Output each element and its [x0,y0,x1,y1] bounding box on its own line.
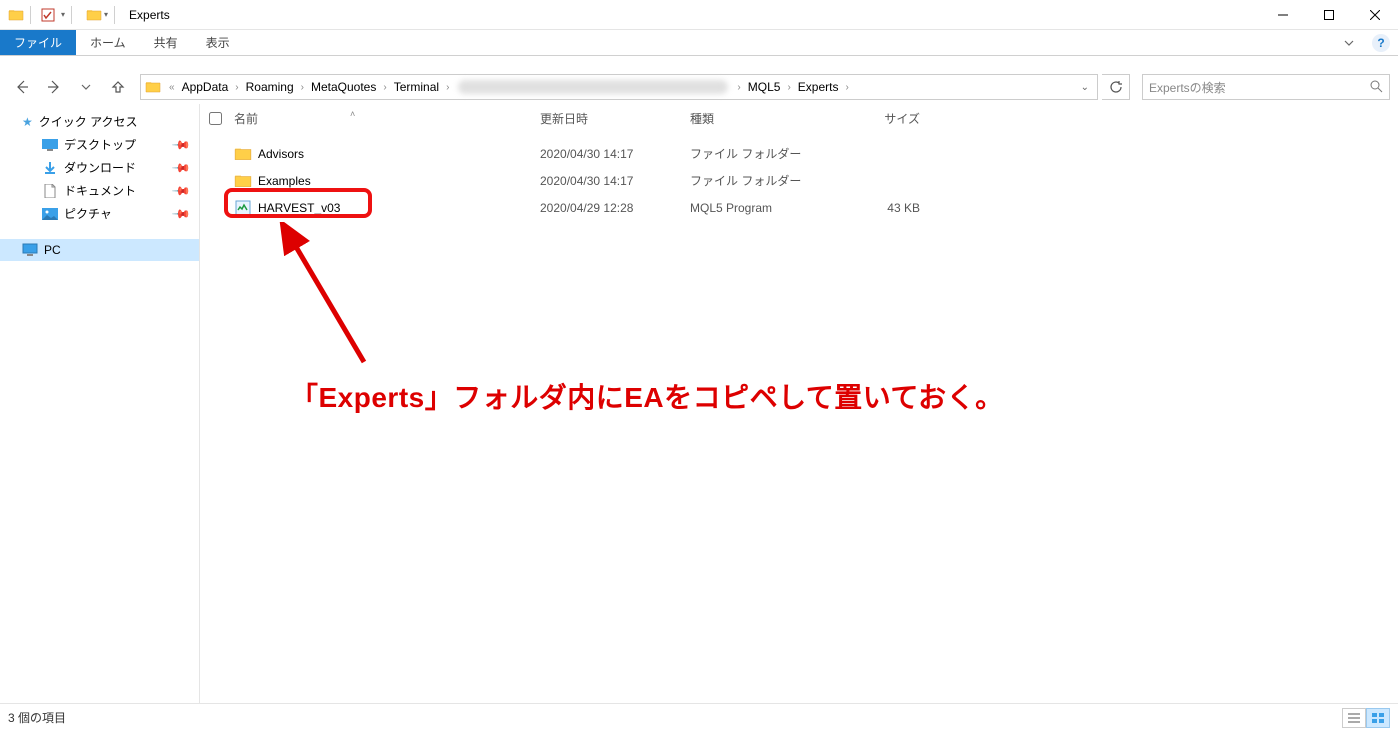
status-item-count: 3 個の項目 [8,709,66,726]
file-row[interactable]: Examples 2020/04/30 14:17 ファイル フォルダー [200,167,1398,194]
file-tab[interactable]: ファイル [0,30,76,55]
breadcrumb-seg-experts[interactable]: Experts [795,75,842,99]
properties-qat-icon[interactable] [37,4,59,26]
separator [71,6,72,24]
folder-open-icon[interactable] [86,7,102,23]
folder-icon [8,7,24,23]
file-name: Examples [258,174,311,188]
status-bar: 3 個の項目 [0,703,1398,731]
file-type: MQL5 Program [690,201,840,215]
download-icon [42,160,58,176]
tab-view[interactable]: 表示 [192,30,244,55]
file-type: ファイル フォルダー [690,172,840,189]
pin-icon: 📌 [171,157,191,177]
chevron-right-icon[interactable]: › [733,82,744,93]
title-bar: ▾ ▾ Experts [0,0,1398,30]
nav-pane: ★ クイック アクセス デスクトップ 📌 ダウンロード 📌 ドキュメント 📌 ピ… [0,104,200,703]
sidebar-item-pictures[interactable]: ピクチャ 📌 [0,202,199,225]
sidebar-item-label: ドキュメント [64,182,136,199]
column-header-name[interactable]: 名前˄ [230,110,540,127]
sidebar-item-desktop[interactable]: デスクトップ 📌 [0,133,199,156]
pictures-icon [42,206,58,222]
pin-icon: 📌 [171,180,191,200]
up-button[interactable] [104,73,132,101]
column-header-date[interactable]: 更新日時 [540,110,690,127]
file-name: Advisors [258,147,304,161]
back-button[interactable] [8,73,36,101]
sidebar-item-label: ピクチャ [64,205,112,222]
pin-icon: 📌 [171,203,191,223]
chevron-right-icon[interactable]: › [297,82,308,93]
tab-share[interactable]: 共有 [140,30,192,55]
breadcrumb-overflow-icon[interactable]: « [165,82,179,93]
search-placeholder: Expertsの検索 [1149,79,1226,96]
chevron-right-icon[interactable]: › [231,82,242,93]
window-title: Experts [129,8,170,22]
breadcrumb-seg-mql5[interactable]: MQL5 [745,75,784,99]
annotation-text: 「Experts」フォルダ内にEAをコピペして置いておく。 [290,376,1004,416]
file-date: 2020/04/30 14:17 [540,147,690,161]
breadcrumb-seg-terminal[interactable]: Terminal [391,75,442,99]
star-icon: ★ [22,115,33,129]
address-dropdown-icon[interactable]: ⌄ [1073,82,1097,93]
search-input[interactable]: Expertsの検索 [1142,74,1390,100]
breadcrumb-seg-redacted[interactable] [453,75,733,99]
file-row[interactable]: HARVEST_v03 2020/04/29 12:28 MQL5 Progra… [200,194,1398,221]
document-icon [42,183,58,199]
refresh-button[interactable] [1102,74,1130,100]
column-header-type[interactable]: 種類 [690,110,840,127]
address-folder-icon [145,79,161,95]
sort-caret-icon: ˄ [350,109,355,119]
help-icon[interactable]: ? [1372,34,1390,52]
desktop-icon [42,137,58,153]
quick-access-header[interactable]: ★ クイック アクセス [0,110,199,133]
minimize-button[interactable] [1260,0,1306,30]
sidebar-item-label: PC [44,243,61,257]
maximize-button[interactable] [1306,0,1352,30]
breadcrumb-seg-appdata[interactable]: AppData [179,75,232,99]
folder-icon [234,172,252,190]
close-button[interactable] [1352,0,1398,30]
sidebar-item-documents[interactable]: ドキュメント 📌 [0,179,199,202]
select-all-checkbox[interactable] [200,112,230,125]
recent-locations-button[interactable] [72,73,100,101]
sidebar-item-downloads[interactable]: ダウンロード 📌 [0,156,199,179]
sidebar-item-label: デスクトップ [64,136,136,153]
tab-home[interactable]: ホーム [76,30,140,55]
separator [114,6,115,24]
chevron-right-icon[interactable]: › [442,82,453,93]
quick-access-label: クイック アクセス [39,113,138,130]
breadcrumb-seg-metaquotes[interactable]: MetaQuotes [308,75,379,99]
column-header-size[interactable]: サイズ [840,110,930,127]
thumbnails-view-button[interactable] [1366,708,1390,728]
details-view-button[interactable] [1342,708,1366,728]
column-headers: 名前˄ 更新日時 種類 サイズ [200,104,1398,132]
ribbon-collapse-icon[interactable] [1334,30,1364,55]
breadcrumb-seg-roaming[interactable]: Roaming [243,75,297,99]
nav-row: « AppData› Roaming› MetaQuotes› Terminal… [0,70,1398,104]
file-date: 2020/04/29 12:28 [540,201,690,215]
folder-icon [234,145,252,163]
file-row[interactable]: Advisors 2020/04/30 14:17 ファイル フォルダー [200,140,1398,167]
file-date: 2020/04/30 14:17 [540,174,690,188]
chevron-right-icon[interactable]: › [841,82,852,93]
file-size: 43 KB [840,201,930,215]
sidebar-item-label: ダウンロード [64,159,136,176]
chevron-right-icon[interactable]: › [379,82,390,93]
sidebar-item-pc[interactable]: PC [0,239,199,261]
qat-dropdown2-icon[interactable]: ▾ [104,10,108,19]
qat-dropdown-icon[interactable]: ▾ [61,10,65,19]
file-name: HARVEST_v03 [258,201,340,215]
ribbon-tabs: ファイル ホーム 共有 表示 ? [0,30,1398,56]
pc-icon [22,242,38,258]
separator [30,6,31,24]
pin-icon: 📌 [171,134,191,154]
search-icon[interactable] [1369,79,1383,96]
forward-button[interactable] [40,73,68,101]
file-type: ファイル フォルダー [690,145,840,162]
chevron-right-icon[interactable]: › [783,82,794,93]
mql5-icon [234,199,252,217]
address-bar[interactable]: « AppData› Roaming› MetaQuotes› Terminal… [140,74,1098,100]
